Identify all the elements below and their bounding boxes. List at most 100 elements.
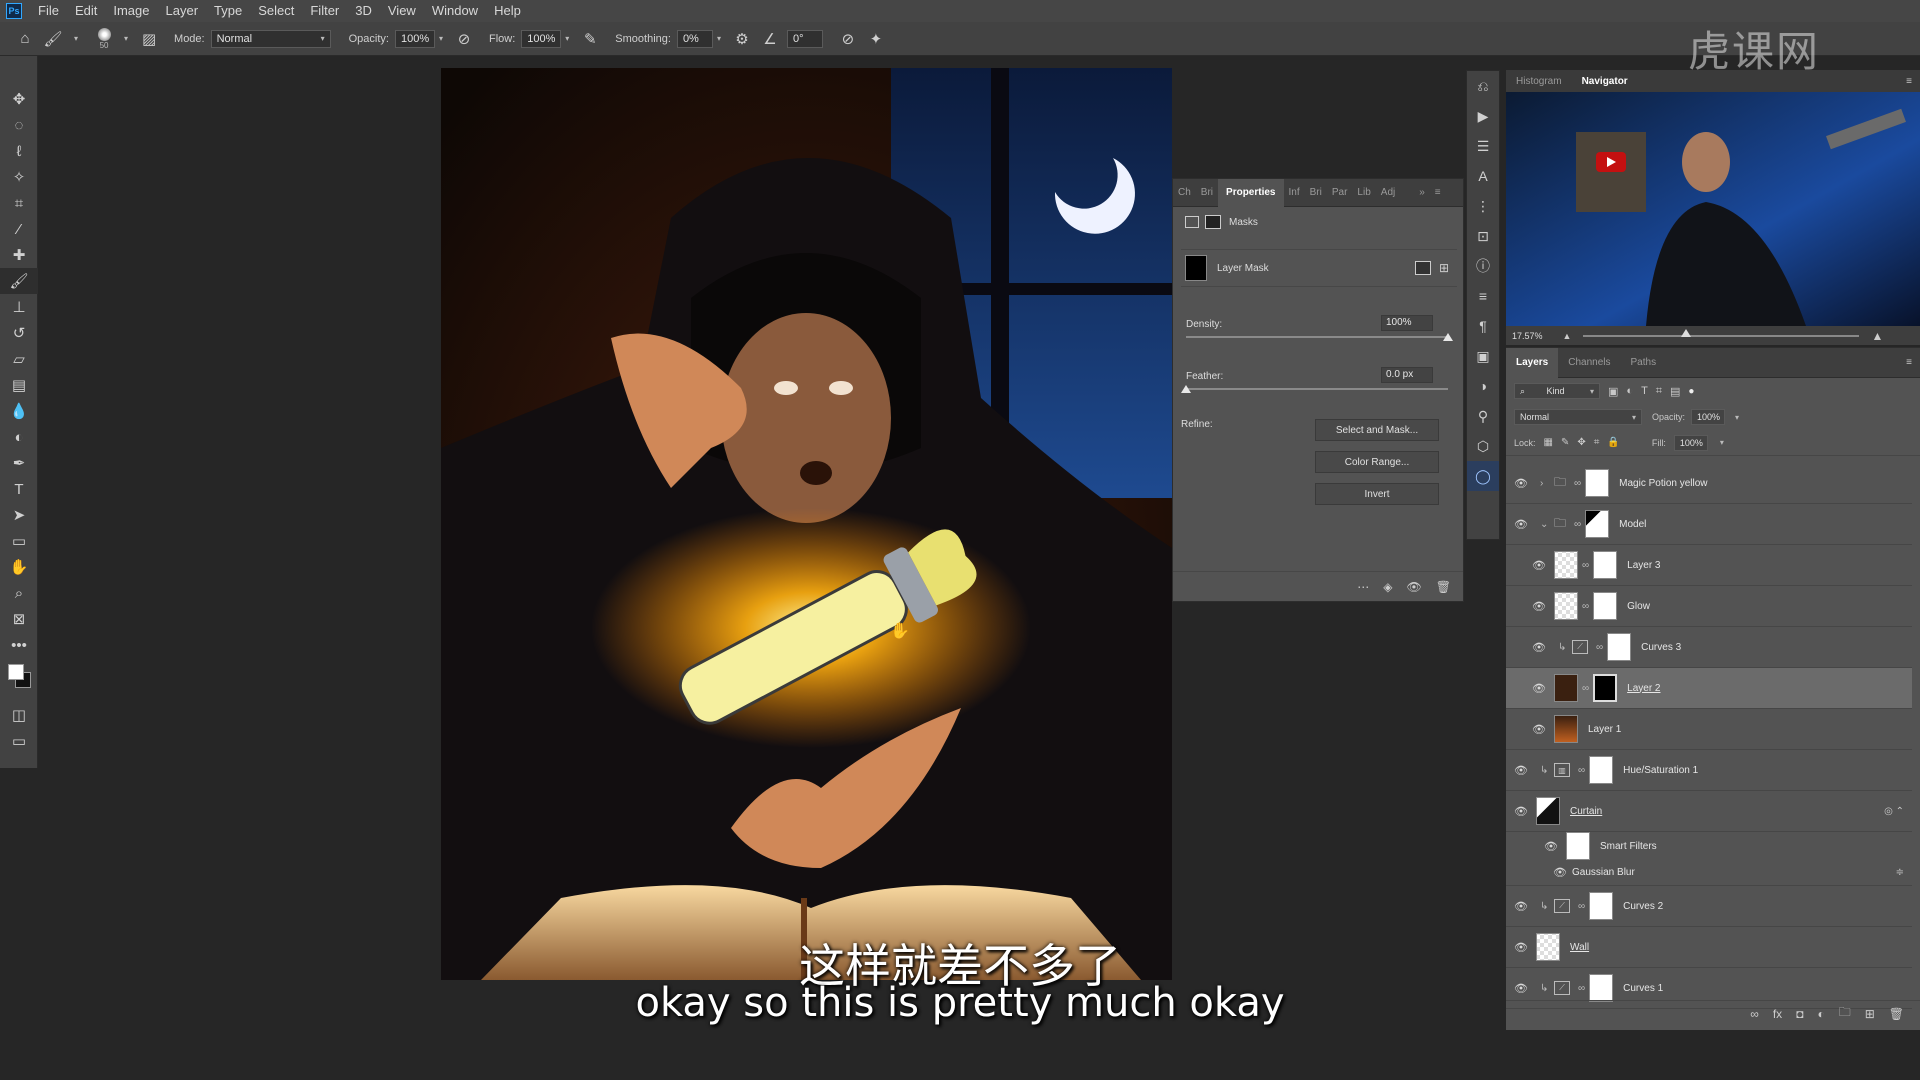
density-slider[interactable]	[1186, 336, 1448, 338]
smoothing-input[interactable]: 0%	[676, 29, 713, 48]
expand-icon[interactable]: »	[1414, 187, 1430, 198]
filter-shape-icon[interactable]: ⌗	[1656, 385, 1662, 398]
hand-tool-icon[interactable]: ✋	[0, 554, 38, 580]
filter-smart-object-icon[interactable]: ▤	[1670, 385, 1680, 398]
tab-brushes[interactable]: Bri	[1196, 187, 1218, 198]
filter-kind-select[interactable]: ⌕ Kind ▾	[1514, 383, 1600, 399]
collapse-chevron-icon[interactable]: ⌄	[1540, 519, 1550, 530]
history-icon[interactable]: ⎌	[1467, 71, 1499, 101]
glyphs-icon[interactable]: ▣	[1467, 341, 1499, 371]
eye-icon[interactable]: 👁	[1506, 477, 1536, 490]
load-selection-icon[interactable]: ⋯	[1357, 580, 1369, 594]
move-tool-icon[interactable]: ✥	[0, 86, 38, 112]
feather-input[interactable]: 0.0 px	[1381, 367, 1433, 383]
menu-image[interactable]: Image	[105, 0, 157, 22]
eye-icon[interactable]: 👁	[1407, 580, 1422, 594]
tab-info[interactable]: Inf	[1284, 187, 1305, 198]
screen-mode-icon[interactable]: ▭	[0, 728, 38, 754]
filter-type-icon[interactable]: T	[1641, 385, 1648, 397]
color-range-button[interactable]: Color Range...	[1315, 451, 1439, 473]
lock-artboard-icon[interactable]: ⌗	[1594, 437, 1600, 448]
invert-button[interactable]: Invert	[1315, 483, 1439, 505]
brush-settings-icon[interactable]: ⋮	[1467, 191, 1499, 221]
feather-slider-thumb[interactable]	[1181, 385, 1191, 393]
healing-brush-icon[interactable]: ✚	[0, 242, 38, 268]
layer-row[interactable]: 👁 ↳ ⟋ ∞ Curves 3	[1506, 627, 1912, 668]
layer-row[interactable]: 👁 › 🗀 ∞ Magic Potion yellow	[1506, 463, 1912, 504]
fill-input[interactable]: 100%	[1673, 434, 1708, 451]
tab-channels[interactable]: Channels	[1558, 357, 1620, 368]
blend-mode-select[interactable]: Normal ▾	[1514, 409, 1642, 425]
styles-icon[interactable]: ◑	[1467, 371, 1499, 401]
dodge-tool-icon[interactable]: ◐	[0, 424, 38, 450]
lock-all-icon[interactable]: 🔒	[1607, 437, 1619, 448]
actions-play-icon[interactable]: ▶	[1467, 101, 1499, 131]
chevron-down-icon[interactable]: ▾	[1735, 413, 1739, 422]
pen-tool-icon[interactable]: ✒	[0, 450, 38, 476]
filter-pixel-icon[interactable]: ▣	[1608, 385, 1618, 398]
history-brush-icon[interactable]: ↺	[0, 320, 38, 346]
layer-row[interactable]: 👁 Curtain ◎ ⌃	[1506, 791, 1912, 832]
zoom-in-icon[interactable]: ▲	[1871, 329, 1883, 343]
tab-adjustments[interactable]: Adj	[1376, 187, 1400, 198]
menu-type[interactable]: Type	[206, 0, 250, 22]
eye-icon[interactable]: 👁	[1536, 840, 1566, 853]
density-slider-thumb[interactable]	[1443, 333, 1453, 341]
gear-icon[interactable]: ⚙	[731, 28, 753, 50]
density-input[interactable]: 100%	[1381, 315, 1433, 331]
frame-tool-icon[interactable]: ⊠	[0, 606, 38, 632]
menu-layer[interactable]: Layer	[158, 0, 207, 22]
zoom-slider-thumb[interactable]	[1681, 328, 1692, 337]
menu-window[interactable]: Window	[424, 0, 486, 22]
magic-wand-icon[interactable]: ✧	[0, 164, 38, 190]
tab-properties[interactable]: Properties	[1218, 178, 1284, 207]
layer-opacity-input[interactable]: 100%	[1691, 409, 1726, 425]
zoom-slider[interactable]	[1583, 328, 1860, 337]
filter-options-icon[interactable]: ≑	[1896, 867, 1904, 878]
foreground-color-swatch[interactable]	[8, 664, 24, 680]
chevron-down-icon[interactable]: ▾	[1720, 438, 1724, 447]
apply-mask-icon[interactable]: ◈	[1383, 580, 1392, 594]
layer-row[interactable]: 👁 Gaussian Blur ≑	[1506, 860, 1912, 886]
pressure-opacity-icon[interactable]: ⊘	[453, 28, 475, 50]
smart-filter-icon[interactable]: ◎ ⌃	[1884, 806, 1904, 817]
type-tool-icon[interactable]: T	[0, 476, 38, 502]
filter-adjustment-icon[interactable]: ◐	[1626, 385, 1633, 397]
chevron-down-icon[interactable]: ▾	[74, 34, 78, 43]
tab-paragraph[interactable]: Par	[1327, 187, 1353, 198]
zoom-tool-icon[interactable]: ⌕	[0, 580, 38, 606]
layer-row[interactable]: 👁 Layer 1	[1506, 709, 1912, 750]
angle-input[interactable]: 0°	[786, 29, 823, 48]
eraser-tool-icon[interactable]: ▱	[0, 346, 38, 372]
menu-edit[interactable]: Edit	[67, 0, 105, 22]
opacity-input[interactable]: 100%	[394, 29, 435, 48]
lasso-tool-icon[interactable]: ℓ	[0, 138, 38, 164]
blur-tool-icon[interactable]: 💧	[0, 398, 38, 424]
character-icon[interactable]: A	[1467, 161, 1499, 191]
tab-layers[interactable]: Layers	[1506, 347, 1559, 378]
tab-paths[interactable]: Paths	[1621, 357, 1667, 368]
brush-tool-icon[interactable]: 🖌	[42, 28, 64, 50]
quick-mask-icon[interactable]: ◫	[0, 702, 38, 728]
learn-icon[interactable]: ⚲	[1467, 401, 1499, 431]
feather-slider[interactable]	[1186, 388, 1448, 390]
eye-icon[interactable]: 👁	[1552, 866, 1568, 879]
eye-icon[interactable]: 👁	[1506, 900, 1536, 913]
gradient-tool-icon[interactable]: ▤	[0, 372, 38, 398]
navigator-preview[interactable]	[1506, 92, 1920, 326]
eye-icon[interactable]: 👁	[1524, 600, 1554, 613]
layer-row[interactable]: 👁 ↳ ⟋ ∞ Curves 2	[1506, 886, 1912, 927]
menu-filter[interactable]: Filter	[302, 0, 347, 22]
chevron-down-icon[interactable]: ▾	[439, 34, 443, 43]
tab-navigator[interactable]: Navigator	[1572, 76, 1638, 87]
menu-file[interactable]: File	[30, 0, 67, 22]
menu-3d[interactable]: 3D	[347, 0, 380, 22]
eye-icon[interactable]: 👁	[1506, 518, 1536, 531]
layer-row[interactable]: 👁 Smart Filters	[1506, 832, 1912, 860]
add-vector-mask-icon[interactable]: ⊞	[1439, 261, 1449, 275]
symmetry-icon[interactable]: ✦	[865, 28, 887, 50]
layer-row[interactable]: 👁 ∞ Layer 3	[1506, 545, 1912, 586]
eye-icon[interactable]: 👁	[1506, 805, 1536, 818]
brush-tool-icon[interactable]: 🖌	[0, 268, 38, 294]
marquee-tool-icon[interactable]: ◌	[0, 112, 38, 138]
